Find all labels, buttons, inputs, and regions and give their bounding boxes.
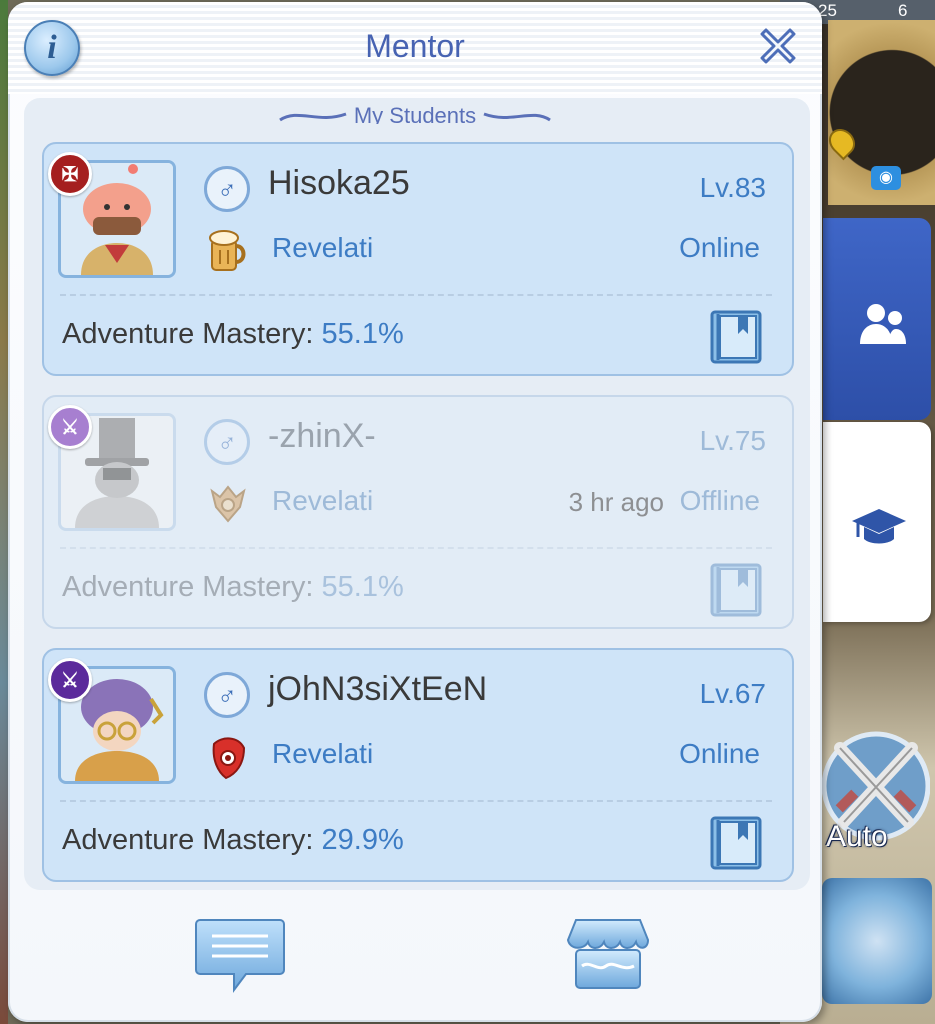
auto-label: Auto xyxy=(826,820,888,853)
mentor-window: i Mentor My Students ✠ ♂ Hisoka25 Lv.83 … xyxy=(8,2,822,1022)
guild-name: Revelati xyxy=(272,485,374,516)
guild-emblem-icon xyxy=(209,230,246,271)
student-level: Lv.75 xyxy=(699,425,766,456)
right-swirl-icon xyxy=(483,112,552,122)
student-name: jOhN3siXtEeN xyxy=(268,670,488,708)
status-text: Online xyxy=(679,232,760,263)
student-level: Lv.83 xyxy=(699,172,766,203)
male-icon: ♂ xyxy=(204,166,250,212)
divider xyxy=(60,800,772,802)
class-badge: ✠ xyxy=(48,152,92,196)
status-right-text: 6 xyxy=(898,1,908,20)
mastery-book-icon[interactable] xyxy=(710,814,762,870)
mastery-book-icon[interactable] xyxy=(710,561,762,617)
divider xyxy=(60,547,772,549)
student-name: Hisoka25 xyxy=(268,164,410,202)
section-title: My Students xyxy=(8,100,822,124)
guild-name: Revelati xyxy=(272,232,374,263)
shop-icon[interactable] xyxy=(566,916,650,992)
student-level: Lv.67 xyxy=(699,678,766,709)
student-card[interactable]: ⚔ ♂ jOhN3siXtEeN Lv.67 Revelati Online A… xyxy=(42,648,794,882)
adventure-mastery: Adventure Mastery: 29.9% xyxy=(62,824,404,857)
mastery-label: Adventure Mastery: xyxy=(62,824,314,856)
guild-name: Revelati xyxy=(272,738,374,769)
left-swirl-icon xyxy=(278,112,347,122)
adventure-mastery: Adventure Mastery: 55.1% xyxy=(62,318,404,351)
mastery-book-icon[interactable] xyxy=(710,308,762,364)
window-title: Mentor xyxy=(365,28,465,64)
divider xyxy=(60,294,772,296)
camera-icon[interactable]: ◉ xyxy=(871,166,901,190)
male-icon: ♂ xyxy=(204,672,250,718)
mastery-label: Adventure Mastery: xyxy=(62,571,314,603)
status-text: Online xyxy=(679,738,760,769)
skill-wheel[interactable] xyxy=(822,878,932,1004)
people-icon xyxy=(860,304,906,344)
class-badge: ⚔ xyxy=(48,405,92,449)
game-background-left xyxy=(0,0,8,1024)
mastery-value: 55.1% xyxy=(321,571,404,603)
last-seen: 3 hr ago xyxy=(568,487,664,517)
student-card[interactable]: ✠ ♂ Hisoka25 Lv.83 Revelati Online Adven… xyxy=(42,142,794,376)
mastery-value: 55.1% xyxy=(321,318,404,350)
class-badge: ⚔ xyxy=(48,658,92,702)
chat-icon[interactable] xyxy=(194,916,286,994)
adventure-mastery: Adventure Mastery: 55.1% xyxy=(62,571,404,604)
guild-emblem-icon xyxy=(212,737,246,780)
mastery-label: Adventure Mastery: xyxy=(62,318,314,350)
mastery-value: 29.9% xyxy=(321,824,404,856)
section-title-text: My Students xyxy=(353,103,477,124)
student-card[interactable]: ⚔ ♂ -zhinX- Lv.75 Revelati 3 hr ago Offl… xyxy=(42,395,794,629)
male-icon: ♂ xyxy=(204,419,250,465)
guild-emblem-icon xyxy=(210,485,246,523)
graduation-cap-icon xyxy=(852,509,906,544)
close-icon[interactable] xyxy=(758,24,798,64)
student-name: -zhinX- xyxy=(268,417,376,455)
status-text: Offline xyxy=(679,485,760,516)
